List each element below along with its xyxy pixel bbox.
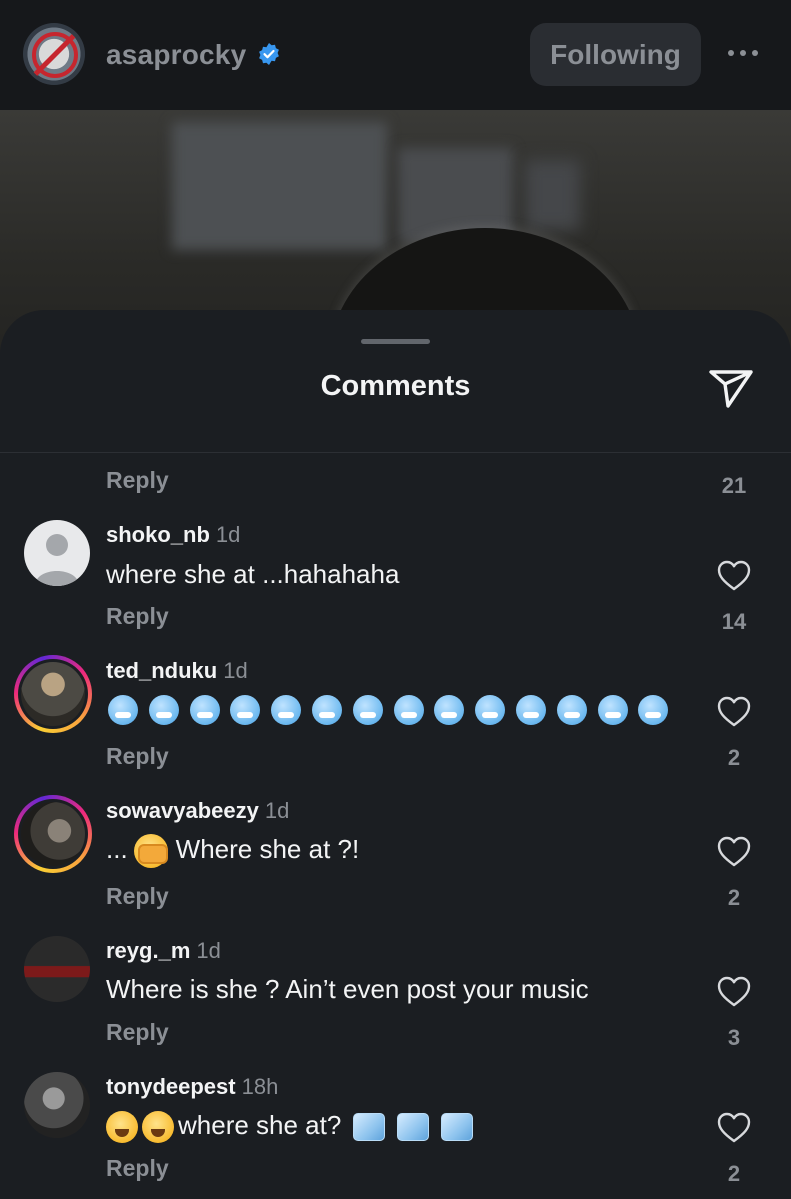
like-count: 3: [727, 1025, 741, 1050]
freezing-face-icon: [597, 695, 628, 726]
sheet-divider: [0, 452, 791, 453]
freezing-face-icon: [148, 695, 179, 726]
ice-cube-icon: [441, 1113, 474, 1142]
comment-username[interactable]: reyg._m 1d: [106, 938, 221, 964]
like-count: 2: [727, 745, 741, 770]
post-header: asaprocky Following: [0, 0, 791, 110]
reply-button[interactable]: Reply: [106, 1155, 169, 1182]
user-avatar[interactable]: [24, 1072, 90, 1138]
comments-sheet: Comments Reply 21 shoko_nb 1d where she a…: [0, 310, 791, 1199]
comment-time: 1d: [215, 522, 241, 547]
following-button[interactable]: Following: [530, 23, 701, 86]
heart-icon[interactable]: [717, 976, 751, 1008]
freezing-face-icon: [230, 695, 261, 726]
like-count: 21: [721, 473, 747, 498]
more-options-icon[interactable]: [728, 50, 758, 56]
freezing-face-icon: [189, 695, 220, 726]
heart-icon[interactable]: [717, 1112, 751, 1144]
story-ring[interactable]: [14, 655, 92, 733]
comment-time: 18h: [241, 1074, 279, 1099]
reply-button[interactable]: Reply: [106, 603, 169, 630]
comment-username[interactable]: sowavyabeezy 1d: [106, 798, 289, 824]
heart-icon[interactable]: [717, 560, 751, 592]
freezing-face-icon: [271, 695, 302, 726]
freezing-face-icon: [108, 695, 138, 726]
comment-time: 1d: [264, 798, 290, 823]
face-with-hand-over-mouth-icon: [133, 834, 168, 869]
tears-of-joy-icon: [142, 1111, 174, 1144]
freezing-face-icon: [475, 695, 506, 726]
freezing-face-icon: [515, 695, 546, 726]
verified-badge-icon: [259, 43, 279, 65]
share-send-icon[interactable]: [707, 364, 755, 412]
default-user-icon: [35, 534, 79, 586]
author-username[interactable]: asaprocky: [106, 39, 246, 71]
comment-username[interactable]: ted_nduku 1d: [106, 658, 248, 684]
freezing-face-icon: [638, 695, 669, 726]
comment-text: where she at ...hahahaha: [106, 559, 400, 589]
freezing-face-icon: [434, 695, 465, 726]
heart-icon[interactable]: [717, 696, 751, 728]
freezing-face-icon: [556, 695, 587, 726]
tears-of-joy-icon: [106, 1111, 138, 1144]
reply-button[interactable]: Reply: [106, 743, 169, 770]
comment-username[interactable]: tonydeepest 18h: [106, 1074, 278, 1100]
comment-time: 1d: [223, 658, 248, 683]
story-ring[interactable]: [14, 795, 92, 873]
comment-text: Where is she ? Ain’t even post your musi…: [106, 974, 589, 1004]
comment-text: where she at?: [106, 1110, 474, 1144]
reply-button[interactable]: Reply: [106, 467, 169, 494]
comment-username[interactable]: shoko_nb 1d: [106, 522, 240, 548]
like-count: 14: [721, 609, 747, 634]
sheet-grabber[interactable]: [361, 339, 430, 344]
ice-cube-icon: [397, 1113, 430, 1142]
user-avatar: [21, 662, 85, 726]
freezing-face-icon: [352, 695, 383, 726]
comment-emoji-row: [108, 693, 679, 726]
freezing-face-icon: [393, 695, 424, 726]
reply-button[interactable]: Reply: [106, 1019, 169, 1046]
comment-text: ... Where she at ?!: [106, 834, 359, 869]
sheet-title: Comments: [320, 370, 471, 402]
user-avatar[interactable]: [24, 936, 90, 1002]
heart-icon[interactable]: [717, 836, 751, 868]
like-count: 2: [727, 885, 741, 910]
default-avatar[interactable]: [24, 520, 90, 586]
ice-cube-icon: [353, 1113, 386, 1142]
author-avatar[interactable]: [23, 23, 85, 85]
like-count: 2: [727, 1161, 741, 1186]
user-avatar: [21, 802, 85, 866]
reply-button[interactable]: Reply: [106, 883, 169, 910]
comment-time: 1d: [196, 938, 221, 963]
freezing-face-icon: [311, 695, 342, 726]
